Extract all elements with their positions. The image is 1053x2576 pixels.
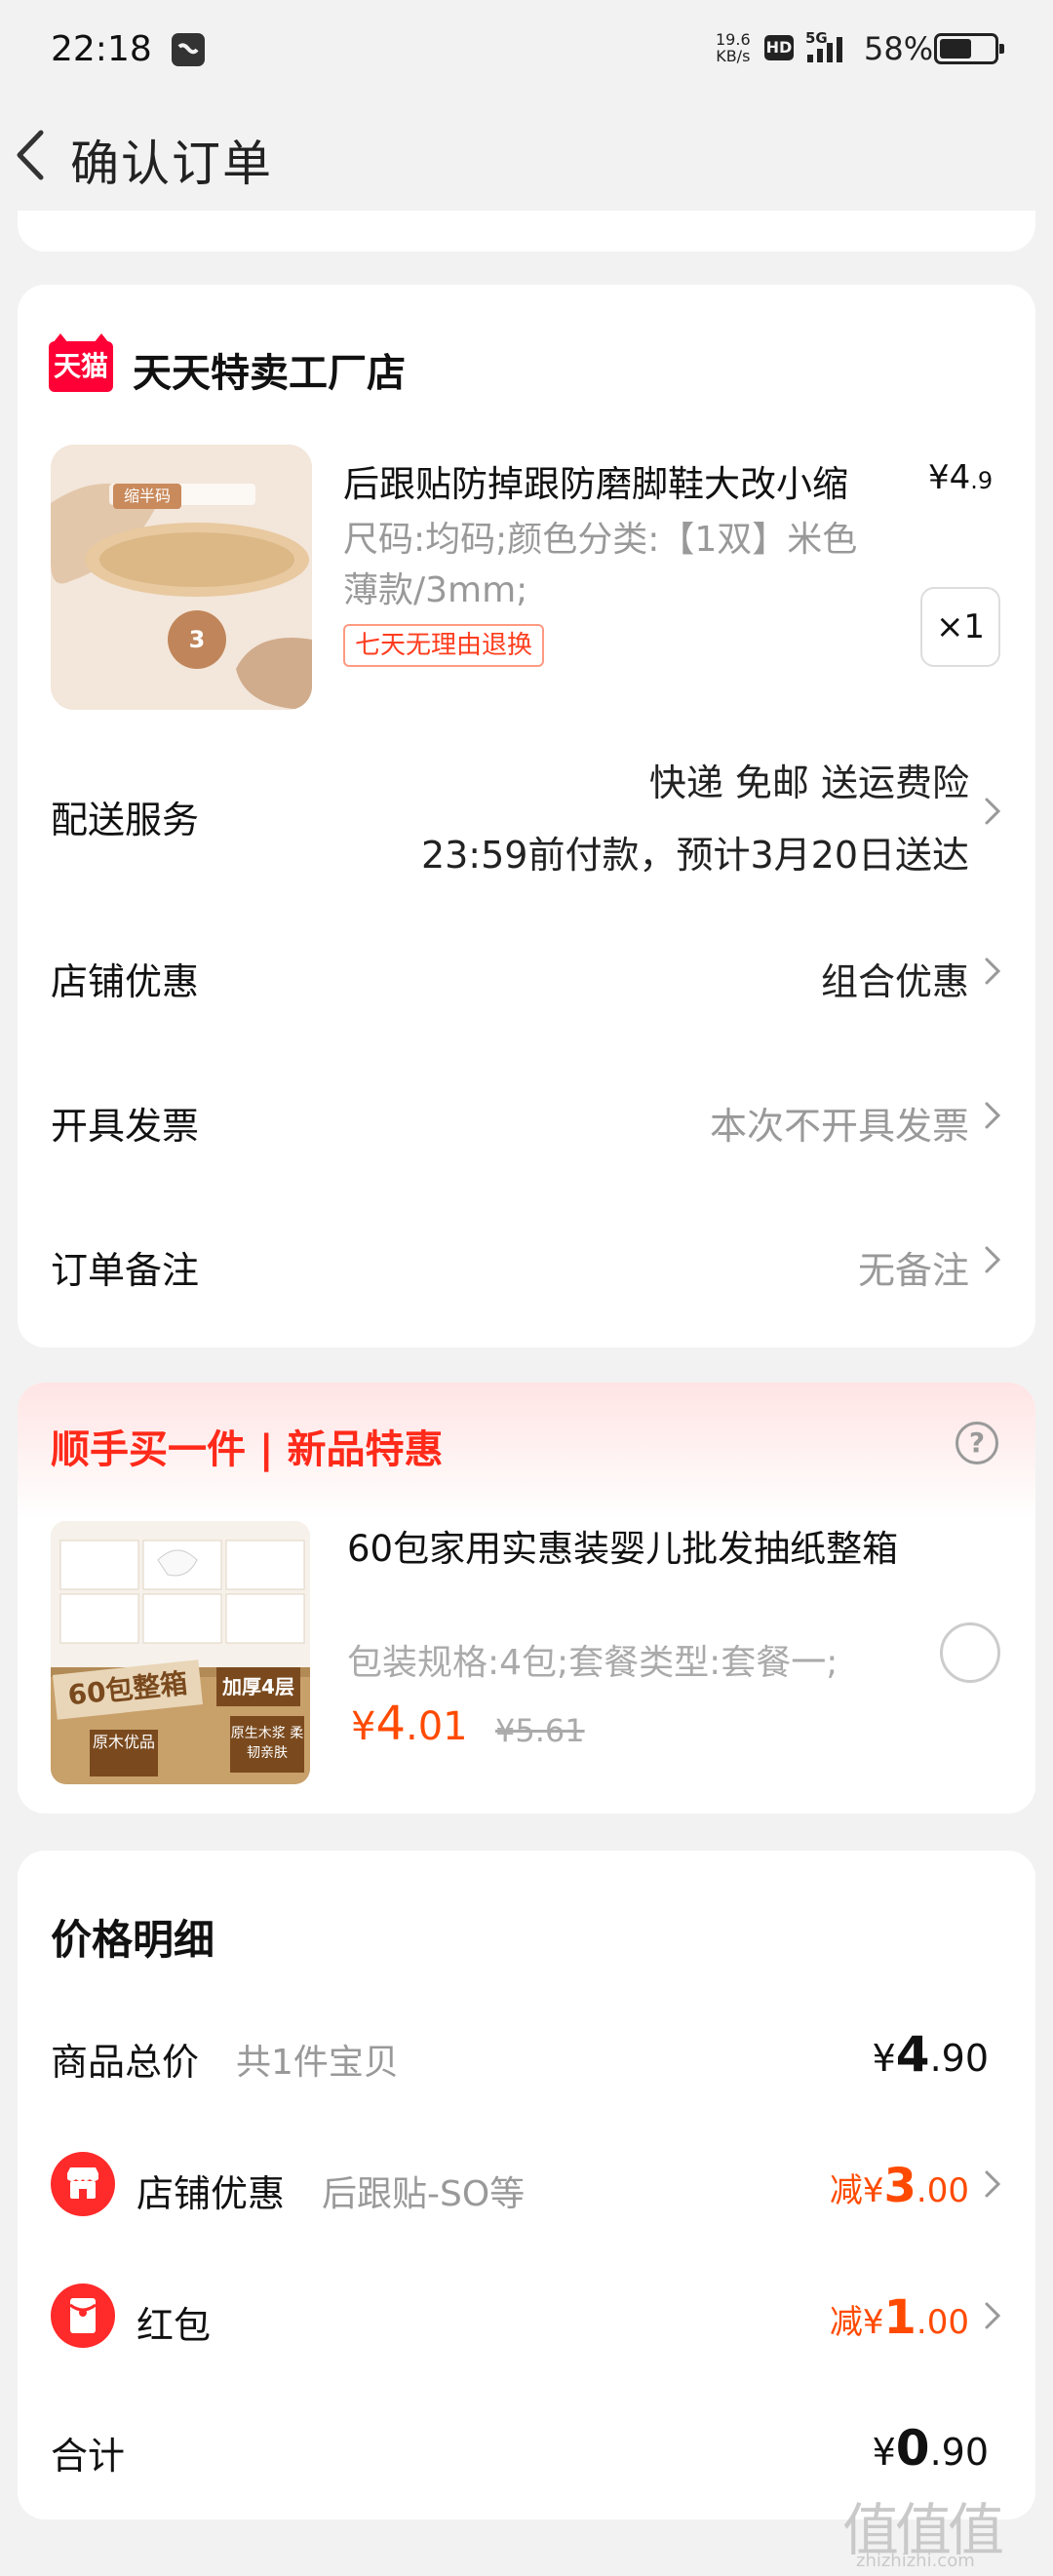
sku-line-2: 薄款/3mm; <box>343 570 528 610</box>
invoice-label: 开具发票 <box>51 1105 200 1148</box>
order-note-label: 订单备注 <box>51 1249 200 1292</box>
product-image[interactable]: 缩半码 3 <box>51 445 312 710</box>
price-main: ¥4 <box>928 458 971 497</box>
price-decimal: .01 <box>406 1704 468 1749</box>
speed-value: 19.6 <box>716 30 751 49</box>
status-time: 22:18 <box>51 29 152 69</box>
shop-discount-value[interactable]: 组合优惠 <box>821 952 969 1005</box>
image-text-c: 原木优品 <box>90 1730 158 1776</box>
image-circle-text: 3 <box>188 626 206 653</box>
shop-name[interactable]: 天天特卖工厂店 <box>133 341 406 398</box>
red-packet-amount[interactable]: 减¥1.00 <box>830 2290 969 2345</box>
amount-main: 4 <box>895 2026 930 2083</box>
store-icon <box>51 2152 115 2216</box>
address-card-bottom <box>18 211 1035 252</box>
shop-discount-detail-label: 店铺优惠 <box>136 2172 286 2215</box>
amount-main: 3 <box>883 2159 916 2213</box>
product-sku[interactable]: 尺码:均码;颜色分类:【1双】米色 薄款/3mm; <box>343 515 928 616</box>
amount-prefix: 减¥ <box>829 2171 884 2210</box>
product-title[interactable]: 后跟贴防掉跟防磨脚鞋大改小缩 <box>343 454 848 507</box>
battery-percent: 58% <box>864 30 934 67</box>
shop-discount-amount[interactable]: 减¥3.00 <box>830 2159 969 2213</box>
network-speed: 19.6 KB/s <box>716 31 751 64</box>
total-label: 合计 <box>51 2435 126 2478</box>
chevron-right-icon[interactable] <box>983 794 1002 829</box>
price-main: 4 <box>375 1697 406 1751</box>
amount-decimal: .90 <box>929 2037 989 2080</box>
delivery-value-line1[interactable]: 快递 免邮 送运费险 <box>649 753 969 806</box>
chevron-right-icon[interactable] <box>983 1098 1002 1133</box>
watermark-url: zhizhizhi.com <box>856 2551 975 2571</box>
tmall-logo: 天猫 <box>49 333 113 392</box>
chevron-right-icon[interactable] <box>983 1242 1002 1277</box>
amount-main: 1 <box>883 2290 916 2345</box>
shop-discount-detail-sub: 后跟贴-SO等 <box>322 2174 526 2214</box>
shop-discount-label: 店铺优惠 <box>51 960 200 1003</box>
red-packet-icon <box>51 2283 115 2348</box>
amount-prefix: ¥ <box>872 2037 896 2080</box>
chevron-left-icon[interactable] <box>10 121 49 189</box>
image-badge: 缩半码 <box>113 484 181 509</box>
amount-decimal: .90 <box>929 2431 989 2474</box>
hd-badge: HD <box>764 35 794 60</box>
price-decimal: .9 <box>970 467 994 494</box>
page-title: 确认订单 <box>70 136 273 192</box>
red-packet-label: 红包 <box>136 2304 212 2347</box>
upsell-product-image[interactable]: 60包整箱 加厚4层 原木优品 原生木浆 柔韧亲肤 <box>51 1521 310 1784</box>
amount-prefix: 减¥ <box>829 2303 884 2342</box>
image-text-d: 原生木浆 柔韧亲肤 <box>230 1716 304 1773</box>
upsell-select-radio[interactable] <box>940 1622 1000 1683</box>
goods-total-label: 商品总价 <box>51 2041 200 2084</box>
total-amount: ¥0.90 <box>873 2420 989 2477</box>
order-note-value[interactable]: 无备注 <box>858 1240 969 1294</box>
sku-line-1: 尺码:均码;颜色分类:【1双】米色 <box>343 520 858 560</box>
amount-main: 0 <box>895 2420 930 2477</box>
delivery-label: 配送服务 <box>51 799 200 841</box>
upsell-price: ¥4.01 <box>351 1697 468 1751</box>
image-text-b: 加厚4层 <box>216 1667 300 1706</box>
speed-unit: KB/s <box>716 47 751 65</box>
amount-decimal: .00 <box>916 2303 969 2342</box>
chevron-right-icon[interactable] <box>983 2298 1002 2333</box>
amount-prefix: ¥ <box>872 2431 896 2474</box>
delivery-value-line2[interactable]: 23:59前付款，预计3月20日送达 <box>421 825 969 878</box>
product-price: ¥4.9 <box>928 458 993 497</box>
price-detail-title: 价格明细 <box>51 1916 215 1964</box>
signal-icon: 5G <box>805 29 854 64</box>
upsell-product-title[interactable]: 60包家用实惠装婴儿批发抽纸整箱 <box>347 1525 952 1574</box>
return-policy-tag: 七天无理由退换 <box>343 624 545 667</box>
goods-total-amount: ¥4.90 <box>873 2026 989 2083</box>
chevron-right-icon[interactable] <box>983 954 1002 989</box>
goods-count: 共1件宝贝 <box>236 2043 399 2083</box>
battery-icon <box>934 33 1004 64</box>
notification-app-icon <box>172 33 205 66</box>
upsell-title: 顺手买一件 | 新品特惠 <box>51 1427 444 1472</box>
upsell-product-sku[interactable]: 包装规格:4包;套餐类型:套餐一; <box>347 1634 838 1685</box>
help-icon[interactable]: ? <box>956 1422 998 1464</box>
chevron-right-icon[interactable] <box>983 2166 1002 2202</box>
amount-decimal: .00 <box>916 2171 969 2210</box>
upsell-original-price: ¥5.61 <box>495 1712 585 1749</box>
price-symbol: ¥ <box>351 1704 376 1749</box>
quantity-stepper[interactable]: ×1 <box>920 587 1000 667</box>
invoice-value[interactable]: 本次不开具发票 <box>710 1096 969 1150</box>
